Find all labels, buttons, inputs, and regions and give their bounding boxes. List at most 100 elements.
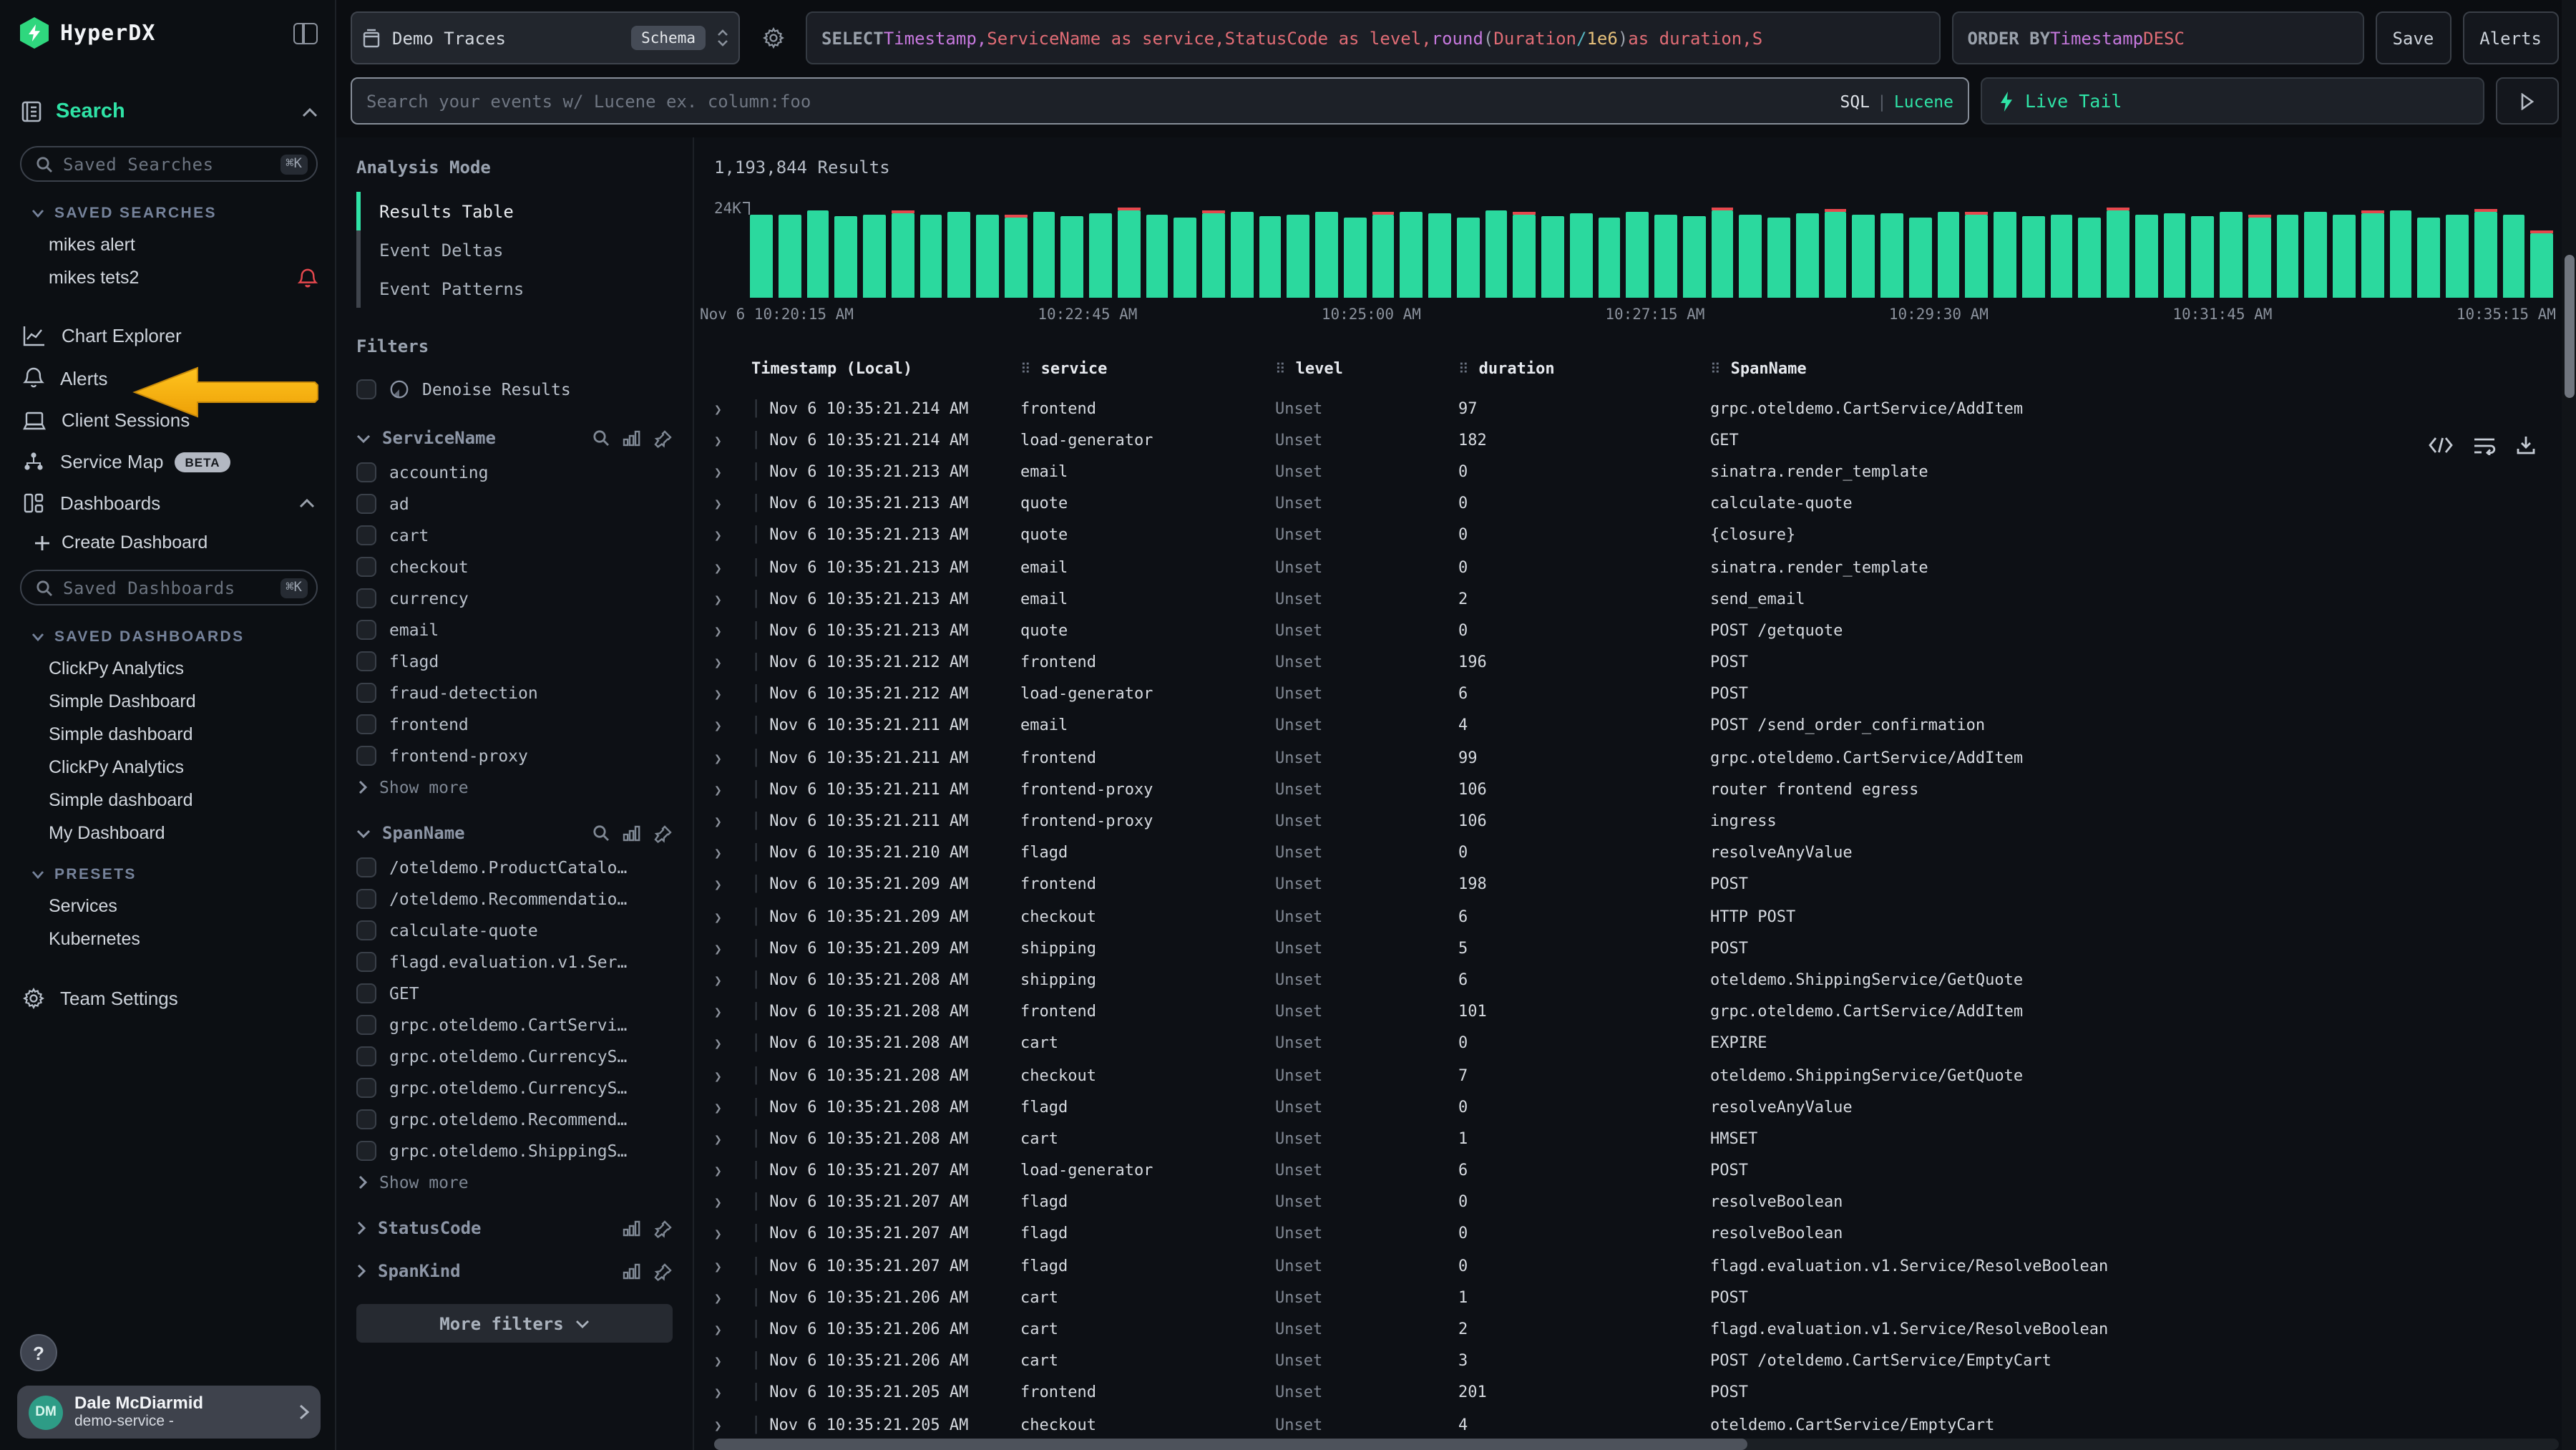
column-header[interactable]: Timestamp (Local) (751, 359, 1020, 377)
histogram-bar[interactable] (1428, 213, 1451, 298)
table-row[interactable]: ❯│Nov 6 10:35:21.207 AMload-generatorUns… (714, 1154, 2576, 1186)
histogram-bar[interactable] (1118, 211, 1141, 298)
vertical-scrollbar[interactable] (2562, 0, 2576, 1450)
checkbox[interactable] (356, 557, 376, 577)
histogram-bar[interactable] (948, 213, 971, 298)
histogram-bar[interactable] (1626, 212, 1649, 298)
saved-searches-group-label[interactable]: SAVED SEARCHES (31, 205, 318, 222)
pin-icon[interactable] (654, 429, 673, 447)
histogram-bar[interactable] (976, 215, 999, 298)
table-row[interactable]: ❯│Nov 6 10:35:21.207 AMflagdUnset0flagd.… (714, 1250, 2576, 1281)
expand-row-button[interactable]: ❯ (714, 1129, 751, 1148)
filter-group-spanname[interactable]: SpanName (356, 823, 673, 843)
histogram-bar[interactable] (2248, 217, 2271, 298)
table-row[interactable]: ❯│Nov 6 10:35:21.211 AMfrontendUnset99gr… (714, 741, 2576, 773)
expand-row-button[interactable]: ❯ (714, 685, 751, 704)
expand-row-button[interactable]: ❯ (714, 748, 751, 767)
histogram-bar[interactable] (1909, 217, 1932, 298)
search-input[interactable]: Search your events w/ Lucene ex. column:… (351, 77, 1969, 125)
expand-row-button[interactable]: ❯ (714, 1320, 751, 1338)
histogram-bar[interactable] (2531, 233, 2554, 298)
expand-row-button[interactable]: ❯ (714, 1383, 751, 1402)
filter-option[interactable]: grpc.oteldemo.Recommend… (356, 1104, 673, 1135)
histogram-bar[interactable] (2192, 216, 2215, 298)
source-select[interactable]: Demo Traces Schema (351, 11, 740, 64)
show-more-button[interactable]: Show more (356, 1167, 673, 1195)
download-icon[interactable] (2516, 435, 2536, 455)
checkbox[interactable] (356, 983, 376, 1003)
histogram-bar[interactable] (1683, 216, 1706, 298)
filter-option[interactable]: fraud-detection (356, 677, 673, 709)
expand-row-button[interactable]: ❯ (714, 399, 751, 417)
expand-row-button[interactable]: ❯ (714, 494, 751, 512)
expand-row-button[interactable]: ❯ (714, 1256, 751, 1275)
filter-group-statuscode[interactable]: StatusCode (356, 1218, 673, 1238)
histogram-bar[interactable] (750, 214, 773, 298)
histogram-bar[interactable] (2163, 213, 2186, 298)
expand-row-button[interactable]: ❯ (714, 1161, 751, 1179)
schema-badge[interactable]: Schema (631, 26, 706, 50)
saved-dashboards-input[interactable]: Saved Dashboards ⌘K (20, 570, 318, 605)
more-filters-button[interactable]: More filters (356, 1304, 673, 1343)
saved-dashboard-item[interactable]: ClickPy Analytics (17, 750, 321, 783)
select-clause-editor[interactable]: SELECT Timestamp, ServiceName as service… (806, 11, 1940, 64)
histogram-bar[interactable] (2050, 214, 2073, 298)
wrap-text-icon[interactable] (2473, 436, 2496, 454)
pin-icon[interactable] (654, 1262, 673, 1280)
histogram-bar[interactable] (1174, 217, 1197, 298)
expand-row-button[interactable]: ❯ (714, 621, 751, 640)
expand-row-button[interactable]: ❯ (714, 1225, 751, 1243)
histogram-bar[interactable] (1513, 215, 1536, 298)
expand-row-button[interactable]: ❯ (714, 812, 751, 830)
expand-row-button[interactable]: ❯ (714, 843, 751, 862)
expand-row-button[interactable]: ❯ (714, 1288, 751, 1307)
histogram-bar[interactable] (2276, 214, 2299, 298)
table-row[interactable]: ❯│Nov 6 10:35:21.211 AMfrontend-proxyUns… (714, 774, 2576, 805)
expand-row-button[interactable]: ❯ (714, 907, 751, 925)
histogram-bar[interactable] (1711, 211, 1734, 298)
histogram-bar[interactable] (2389, 211, 2412, 298)
sidebar-item-dashboards[interactable]: Dashboards (17, 482, 321, 524)
checkbox[interactable] (356, 746, 376, 766)
chevron-up-icon[interactable] (302, 107, 318, 117)
sidebar-item-service-map[interactable]: Service MapBETA (17, 441, 321, 482)
filter-option[interactable]: GET (356, 978, 673, 1009)
checkbox[interactable] (356, 525, 376, 545)
user-menu[interactable]: DM Dale McDiarmid demo-service - (17, 1386, 321, 1439)
table-row[interactable]: ❯│Nov 6 10:35:21.212 AMload-generatorUns… (714, 678, 2576, 709)
create-dashboard-button[interactable]: Create Dashboard (17, 524, 321, 561)
histogram-bar[interactable] (892, 213, 914, 298)
code-icon[interactable] (2429, 437, 2453, 454)
table-row[interactable]: ❯│Nov 6 10:35:21.205 AMcheckoutUnset4ote… (714, 1408, 2576, 1440)
vertical-scrollbar-thumb[interactable] (2564, 255, 2574, 398)
checkbox[interactable] (356, 620, 376, 640)
filter-option[interactable]: currency (356, 583, 673, 614)
histogram-bar[interactable] (1287, 214, 1310, 298)
sidebar-item-client-sessions[interactable]: Client Sessions (17, 399, 321, 441)
table-row[interactable]: ❯│Nov 6 10:35:21.213 AMemailUnset0sinatr… (714, 551, 2576, 583)
filter-option[interactable]: grpc.oteldemo.CartServi… (356, 1009, 673, 1041)
checkbox[interactable] (356, 462, 376, 482)
expand-row-button[interactable]: ❯ (714, 1097, 751, 1116)
drag-handle-icon[interactable]: ⠿ (1710, 361, 1721, 377)
filter-option[interactable]: frontend-proxy (356, 740, 673, 772)
expand-row-button[interactable]: ❯ (714, 970, 751, 989)
histogram-bar[interactable] (1372, 215, 1395, 298)
histogram-bar[interactable] (2220, 212, 2243, 298)
histogram-bar[interactable] (1767, 217, 1790, 298)
expand-row-button[interactable]: ❯ (714, 875, 751, 894)
checkbox[interactable] (356, 1141, 376, 1161)
saved-dashboard-item[interactable]: Simple dashboard (17, 783, 321, 816)
horizontal-scrollbar-thumb[interactable] (714, 1439, 1747, 1450)
presets-group-label[interactable]: PRESETS (31, 866, 318, 883)
save-button[interactable]: Save (2375, 11, 2451, 64)
saved-search-item[interactable]: mikes tets2 (17, 261, 321, 295)
filter-option[interactable]: grpc.oteldemo.CurrencyS… (356, 1041, 673, 1072)
saved-dashboards-group-label[interactable]: SAVED DASHBOARDS (31, 628, 318, 646)
help-button[interactable]: ? (20, 1334, 57, 1371)
expand-row-button[interactable]: ❯ (714, 431, 751, 449)
saved-search-item[interactable]: mikes alert (17, 228, 321, 261)
histogram-bar[interactable] (1315, 212, 1338, 298)
search-section-header[interactable]: Search (20, 100, 318, 123)
filter-option[interactable]: /oteldemo.Recommendatio… (356, 883, 673, 915)
